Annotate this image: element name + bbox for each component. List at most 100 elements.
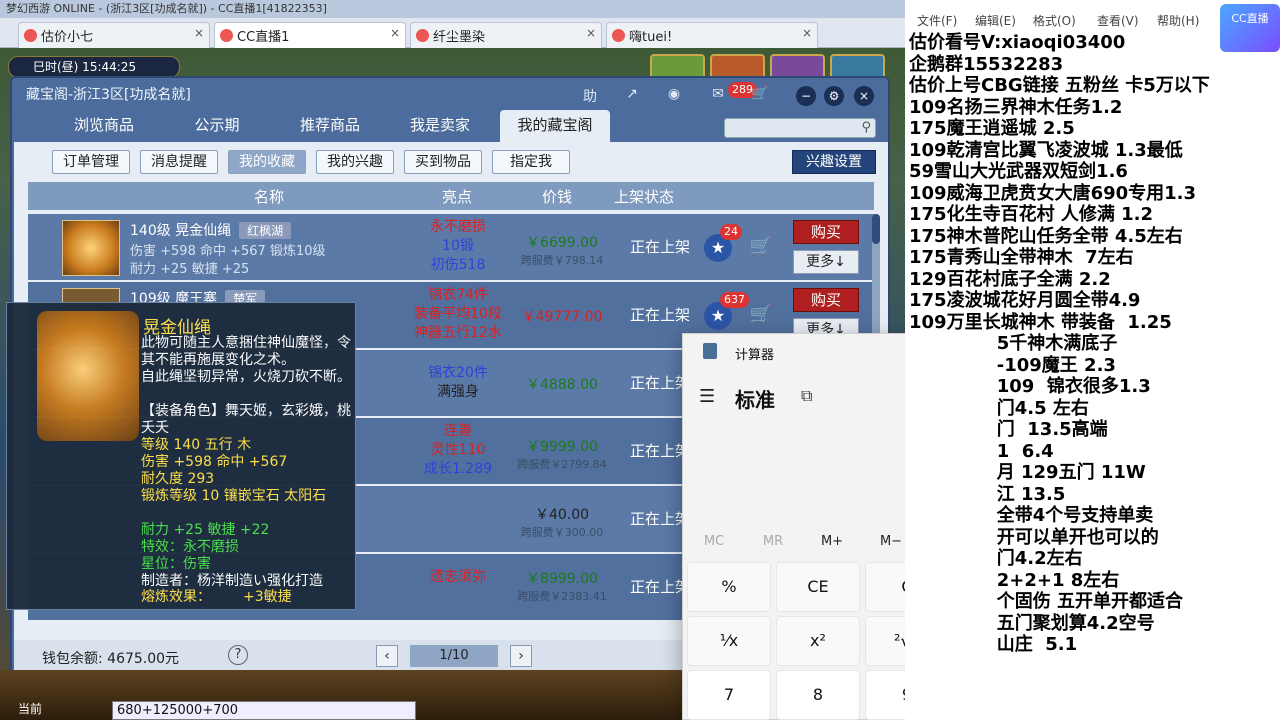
tab-seller[interactable]: 我是卖家 [390,110,490,142]
minimize-icon[interactable]: − [796,86,816,106]
percent-key[interactable]: % [687,562,771,612]
subtab-interests[interactable]: 我的兴趣 [316,150,394,174]
notepad-line: 175魔王逍遥城 2.5 [909,118,1075,139]
notepad-line: 109威海卫虎贲女大唐690专用1.3 [909,182,1197,204]
tooltip-line: 特效：永不磨损 [141,539,239,555]
close-icon[interactable]: × [854,86,874,106]
tab-browse[interactable]: 浏览商品 [54,110,154,142]
table-row[interactable]: 140级 晃金仙绳 红枫湖 伤害 +598 命中 +567 锻炼10级 耐力 +2… [28,214,874,280]
tab-label: 嗨tuei! [629,30,673,45]
tab-recommend[interactable]: 推荐商品 [280,110,380,142]
highlight: 满强身 [437,384,479,400]
column-header: 亮点 [442,188,473,206]
highlight: 锦衣20件 [428,365,488,381]
clear-entry-key[interactable]: CE [776,562,860,612]
notepad-line: 企鹅群15532283 [909,53,1064,75]
reciprocal-key[interactable]: ¹⁄x [687,616,771,666]
tooltip-line: 等级 140 五行 木 [141,437,252,453]
next-page-button[interactable]: › [510,645,532,667]
notepad-line: 109乾清宫比翼飞凌波城 1.3最低 [909,139,1183,161]
column-header: 价钱 [542,188,573,206]
search-icon[interactable]: ⚲ [861,120,871,135]
chat-input[interactable]: 680+125000+700 [112,701,416,720]
close-icon[interactable]: × [802,26,812,40]
notepad-line: 月 129五门 11W [909,462,1146,483]
m-plus-button[interactable]: M+ [803,534,861,549]
calculator-title: 计算器 [735,348,775,363]
tab-cc-live[interactable]: CC直播1 × [214,22,406,48]
tab-icon [24,29,37,42]
subtab-orders[interactable]: 订单管理 [52,150,130,174]
wallet-balance: 钱包余额: 4675.00元 [42,651,180,667]
subtab-favorites[interactable]: 我的收藏 [228,150,306,174]
tooltip-line: 自此绳坚韧异常，火烧刀砍不断。 [141,369,351,385]
tab-my-pavilion[interactable]: 我的藏宝阁 [500,110,610,142]
highlight: 成长1.289 [423,461,493,477]
menu-view[interactable]: 查看(V) [1097,12,1139,29]
share-icon[interactable]: ↗ [620,86,644,108]
interest-settings-button[interactable]: 兴趣设置 [792,150,876,174]
cart-icon[interactable]: 🛒 [748,236,774,260]
tab-icon [416,29,429,42]
buy-button[interactable]: 购买 [793,220,859,244]
menu-format[interactable]: 格式(O) [1033,12,1076,29]
price: ￥9999.00 [526,439,598,455]
help-icon[interactable]: ? [228,645,248,665]
tab-public[interactable]: 公示期 [172,110,262,142]
menu-help[interactable]: 帮助(H) [1157,12,1199,29]
menu-icon[interactable]: ☰ [699,386,715,407]
keep-on-top-icon[interactable]: ⧉ [801,386,812,406]
mail-icon[interactable]: ✉ [706,86,730,108]
tooltip-line: 伤害 +598 命中 +567 [141,454,288,470]
help-icon[interactable]: 助 [578,86,602,108]
digit-8-key[interactable]: 8 [776,670,860,720]
listing-status: 正在上架 [630,306,691,324]
price: ￥4888.00 [526,377,598,393]
price: ￥8999.00 [526,571,598,587]
notepad-text[interactable]: 估价看号V:xiaoqi03400 企鹅群15532283 估价上号CBG链接 五粉… [909,32,1280,656]
square-key[interactable]: x² [776,616,860,666]
mc-button[interactable]: MC [685,534,743,549]
cart-icon[interactable]: 🛒 [748,86,772,108]
subtab-messages[interactable]: 消息提醒 [140,150,218,174]
stop-icon[interactable]: ◉ [662,86,686,108]
notepad-line: 175青秀山全带神木 7左右 [909,247,1134,268]
chat-channel[interactable]: 当前 [18,700,42,717]
column-header: 上架状态 [614,188,675,206]
close-icon[interactable]: × [586,26,596,40]
settings-icon[interactable]: ⚙ [824,86,844,106]
menu-file[interactable]: 文件(F) [917,12,957,29]
cart-icon[interactable]: 🛒 [748,304,774,328]
tab-xianchen[interactable]: 纤尘墨染 × [410,22,602,48]
tab-label: CC直播1 [237,30,290,45]
prev-page-button[interactable]: ‹ [376,645,398,667]
buy-button[interactable]: 购买 [793,288,859,312]
cross-server-fee: 跨服费￥2383.41 [517,590,607,603]
close-icon[interactable]: × [390,26,400,40]
menu-edit[interactable]: 编辑(E) [975,12,1016,29]
subtab-purchased[interactable]: 买到物品 [404,150,482,174]
dialog-title: 藏宝阁-浙江3区[功成名就] [26,87,191,103]
tooltip-line: 锻炼等级 10 镶嵌宝石 太阳石 [141,488,327,504]
close-icon[interactable]: × [194,26,204,40]
item-thumbnail[interactable] [62,220,120,276]
notepad-line: 2+2+1 8左右 [909,569,1120,591]
subtab-designated[interactable]: 指定我 [492,150,570,174]
price: ￥6699.00 [526,235,598,251]
more-button[interactable]: 更多↓ [793,250,859,274]
scrollbar-thumb[interactable] [872,214,880,244]
tab-guji-xiaoqi[interactable]: 估价小七 × [18,22,210,48]
search-input[interactable]: ⚲ [724,118,876,138]
notepad-line: 估价上号CBG链接 五粉丝 卡5万以下 [909,75,1210,96]
highlight: 锦衣74件 [428,287,488,303]
mr-button[interactable]: MR [744,534,802,549]
listing-status: 正在上架 [630,510,691,528]
notepad-line: 五门聚划算4.2空号 [909,612,1155,634]
highlight: 连善 [444,423,472,439]
notepad-line: 1 6.4 [909,440,1054,462]
cross-server-fee: 跨服费￥2799.84 [517,458,607,471]
notepad-line: 59雪山大光武器双短剑1.6 [909,161,1128,182]
tab-haitui[interactable]: 嗨tuei! × [606,22,818,48]
window-title: 梦幻西游 ONLINE - (浙江3区[功成名就]) - CC直播1[41822… [0,0,905,18]
digit-7-key[interactable]: 7 [687,670,771,720]
